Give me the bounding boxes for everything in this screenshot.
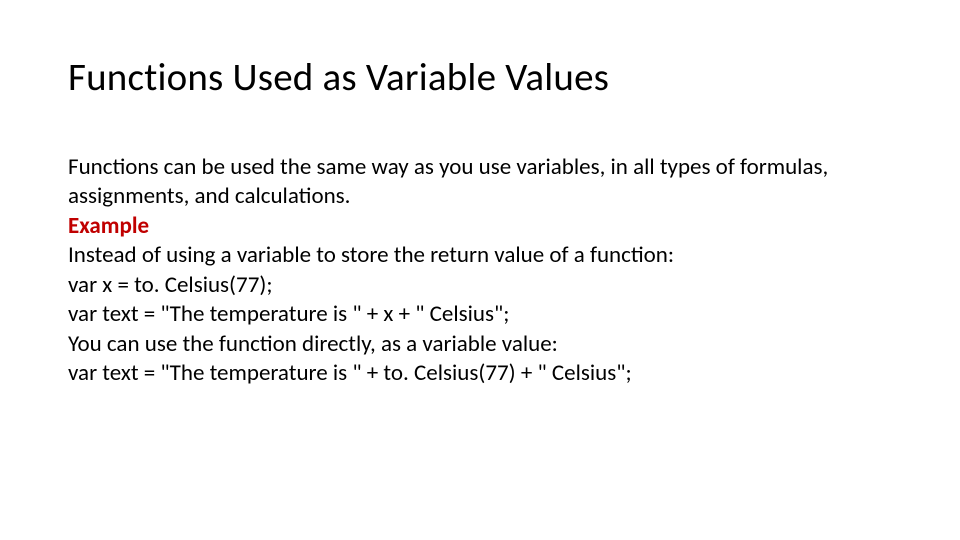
body-line-1: Instead of using a variable to store the… bbox=[68, 241, 892, 270]
code-line-1a: var x = to. Celsius(77); bbox=[68, 271, 892, 300]
slide-body: Functions can be used the same way as yo… bbox=[68, 153, 892, 389]
body-line-2: You can use the function directly, as a … bbox=[68, 330, 892, 359]
slide: Functions Used as Variable Values Functi… bbox=[0, 0, 960, 540]
intro-text: Functions can be used the same way as yo… bbox=[68, 153, 892, 212]
example-label: Example bbox=[68, 212, 892, 241]
code-line-2: var text = "The temperature is " + to. C… bbox=[68, 359, 892, 388]
code-line-1b: var text = "The temperature is " + x + "… bbox=[68, 300, 892, 329]
slide-title: Functions Used as Variable Values bbox=[68, 54, 892, 101]
